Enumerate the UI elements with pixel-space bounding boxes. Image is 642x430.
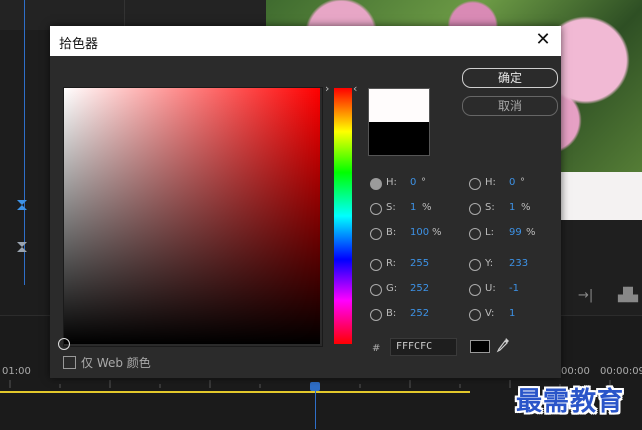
new-color-swatch (368, 88, 430, 123)
keyframe-marker-icon[interactable] (16, 241, 28, 253)
hex-prefix: # (372, 343, 381, 354)
field-label: S: (386, 202, 396, 213)
field-value[interactable]: 100 (410, 227, 429, 238)
preview-white-region (560, 172, 642, 220)
radio-hsb-brightness[interactable] (370, 228, 382, 240)
field-hsl-lightness[interactable]: L: 99 % (469, 226, 549, 242)
field-hsl-hue[interactable]: H: 0 ° (469, 176, 549, 192)
color-picker-dialog: 拾色器 ✕ › ‹ 确定 取消 H: 0 ° S: 1 % B: 100 % R… (50, 26, 561, 378)
field-value[interactable]: -1 (509, 283, 519, 294)
radio-rgb-green[interactable] (370, 284, 382, 296)
eyedropper-icon[interactable] (496, 337, 510, 353)
saturation-brightness-field[interactable] (64, 88, 320, 344)
field-value[interactable]: 233 (509, 258, 528, 269)
field-value[interactable]: 0 (509, 177, 515, 188)
hue-slider-arrow-left-icon[interactable]: › (325, 82, 329, 95)
field-label: H: (386, 177, 397, 188)
overwrite-icon[interactable]: ▟▙ (618, 288, 638, 303)
field-label: S: (485, 202, 495, 213)
radio-yuv-u[interactable] (469, 284, 481, 296)
field-rgb-blue[interactable]: B: 252 (370, 307, 450, 323)
current-color-mini-swatch (470, 340, 490, 353)
radio-rgb-red[interactable] (370, 259, 382, 271)
work-area-bar[interactable] (0, 391, 470, 393)
field-value[interactable]: 252 (410, 308, 429, 319)
field-label: H: (485, 177, 496, 188)
field-value[interactable]: 99 (509, 227, 522, 238)
ok-button[interactable]: 确定 (462, 68, 558, 88)
field-rgb-red[interactable]: R: 255 (370, 257, 450, 273)
radio-rgb-blue[interactable] (370, 309, 382, 321)
field-unit: % (422, 202, 432, 213)
timeline-time-label: 00:00:09 (600, 366, 642, 377)
field-unit: % (526, 227, 536, 238)
field-unit: % (432, 227, 442, 238)
field-unit: % (521, 202, 531, 213)
field-unit: ° (421, 177, 426, 188)
field-value[interactable]: 1 (509, 308, 515, 319)
color-field-cursor[interactable] (58, 338, 70, 350)
field-yuv-u[interactable]: U: -1 (469, 282, 549, 298)
field-value[interactable]: 1 (509, 202, 515, 213)
field-value[interactable]: 252 (410, 283, 429, 294)
web-colors-only-label: 仅 Web 颜色 (81, 356, 151, 370)
field-hsb-hue[interactable]: H: 0 ° (370, 176, 450, 192)
field-label: G: (386, 283, 398, 294)
watermark-logo: 最需教育 (516, 387, 625, 417)
field-unit: ° (520, 177, 525, 188)
close-button[interactable]: ✕ (533, 30, 553, 50)
radio-hsb-hue[interactable] (370, 178, 382, 190)
field-label: B: (386, 308, 397, 319)
web-colors-only-checkbox[interactable] (63, 356, 76, 369)
radio-hsl-lightness[interactable] (469, 228, 481, 240)
field-value[interactable]: 255 (410, 258, 429, 269)
hue-slider-arrow-right-icon[interactable]: ‹ (353, 82, 357, 95)
field-label: B: (386, 227, 397, 238)
hex-input[interactable]: FFFCFC (390, 338, 457, 356)
close-icon: ✕ (535, 29, 551, 50)
radio-yuv-v[interactable] (469, 309, 481, 321)
field-hsb-saturation[interactable]: S: 1 % (370, 201, 450, 217)
field-label: R: (386, 258, 397, 269)
field-value[interactable]: 0 (410, 177, 416, 188)
field-value[interactable]: 1 (410, 202, 416, 213)
dialog-title: 拾色器 (59, 37, 99, 52)
field-yuv-y[interactable]: Y: 233 (469, 257, 549, 273)
radio-yuv-y[interactable] (469, 259, 481, 271)
radio-hsb-saturation[interactable] (370, 203, 382, 215)
keyframe-marker-icon[interactable] (16, 199, 28, 211)
insert-icon[interactable]: →| (578, 288, 593, 303)
radio-hsl-saturation[interactable] (469, 203, 481, 215)
field-hsb-brightness[interactable]: B: 100 % (370, 226, 450, 242)
field-rgb-green[interactable]: G: 252 (370, 282, 450, 298)
original-color-swatch[interactable] (368, 122, 430, 156)
dialog-titlebar[interactable]: 拾色器 ✕ (50, 26, 561, 56)
timeline-playhead-line (315, 390, 316, 429)
timeline-time-label: 00:00 (561, 366, 590, 377)
field-label: L: (485, 227, 494, 238)
hue-slider[interactable] (334, 88, 352, 344)
cancel-button[interactable]: 取消 (462, 96, 558, 116)
radio-hsl-hue[interactable] (469, 178, 481, 190)
field-label: V: (485, 308, 495, 319)
timeline-time-label: 01:00 (2, 366, 31, 377)
field-label: Y: (485, 258, 494, 269)
field-label: U: (485, 283, 496, 294)
field-yuv-v[interactable]: V: 1 (469, 307, 549, 323)
field-hsl-saturation[interactable]: S: 1 % (469, 201, 549, 217)
